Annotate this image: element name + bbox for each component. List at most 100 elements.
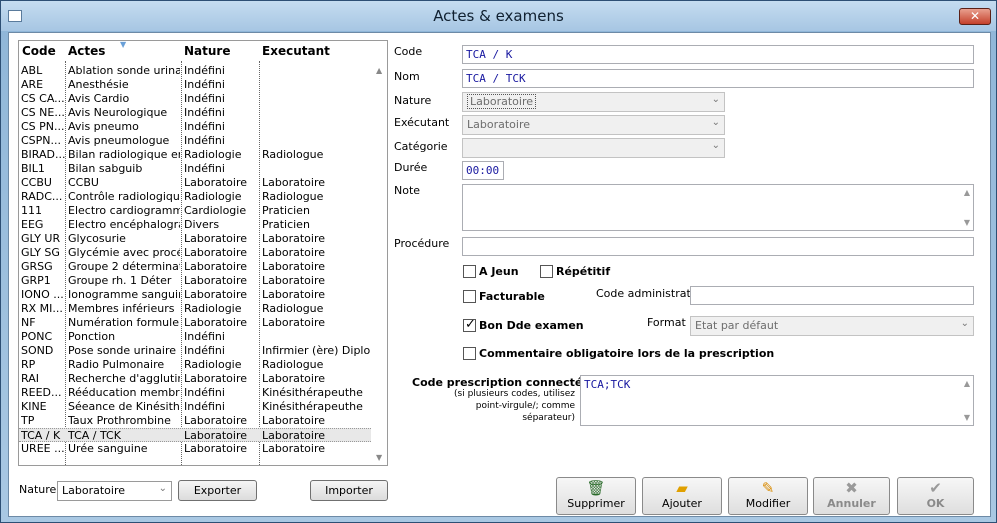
list-row[interactable]: KINE Séeance de Kinésith... Indéfini Kinési… bbox=[19, 400, 371, 414]
executant-select[interactable]: Laboratoire ⌄ bbox=[462, 115, 725, 135]
cell-nature: Radiologie bbox=[184, 190, 242, 203]
folder-add-icon: ▰ bbox=[676, 479, 688, 497]
scroll-up-icon[interactable]: ▲ bbox=[376, 66, 382, 75]
cell-acte: Avis Cardio bbox=[68, 92, 130, 105]
export-button[interactable]: Exporter bbox=[178, 480, 257, 501]
import-button[interactable]: Importer bbox=[310, 480, 388, 501]
list-row[interactable]: NF Numération formule Laboratoire Laboratoi… bbox=[19, 316, 371, 330]
categorie-select[interactable]: ⌄ bbox=[462, 138, 725, 158]
list-row[interactable]: GRP1 Groupe rh. 1 Déter Laboratoire Laborat… bbox=[19, 274, 371, 288]
list-row[interactable]: RX MI... Membres inférieurs Radiologie Radi… bbox=[19, 302, 371, 316]
list-row[interactable]: CCBU CCBU Laboratoire Laboratoire bbox=[19, 176, 371, 190]
close-button[interactable]: ✕ bbox=[959, 8, 991, 25]
cell-nature: Radiologie bbox=[184, 148, 242, 161]
cell-code: CSPN... bbox=[21, 134, 62, 147]
list-row[interactable]: GRSG Groupe 2 déterminati... Laboratoire La… bbox=[19, 260, 371, 274]
list-row[interactable]: UREE ... Urée sanguine Laboratoire Laborato… bbox=[19, 442, 371, 456]
cell-nature: Indéfini bbox=[184, 134, 225, 147]
duree-field[interactable]: 00:00 bbox=[462, 161, 504, 180]
filter-nature-value: Laboratoire bbox=[62, 484, 125, 497]
list-row[interactable]: BIRAD...Bilan radiologique ent... Radiolo… bbox=[19, 148, 371, 162]
list-row[interactable]: CS CA... Avis Cardio Indéfini bbox=[19, 92, 371, 106]
list-row[interactable]: RADC... Contrôle radiologique Radiologie Ra… bbox=[19, 190, 371, 204]
chevron-down-icon: ⌄ bbox=[960, 318, 969, 329]
nom-field[interactable]: TCA / TCK bbox=[462, 69, 974, 88]
list-scrollbar[interactable]: ▲ ▼ bbox=[372, 61, 387, 465]
list-row[interactable]: BIL1 Bilan sabguib Indéfini bbox=[19, 162, 371, 176]
code-admin-field[interactable] bbox=[690, 286, 974, 305]
code-prescription-help-2: point-virgule/; comme bbox=[475, 401, 575, 411]
annuler-button[interactable]: ✖ Annuler bbox=[813, 477, 890, 515]
cell-code: TCA / K bbox=[21, 429, 61, 442]
list-row[interactable]: GLY SG Glycémie avec procé... Laboratoire L… bbox=[19, 246, 371, 260]
cell-executant: Radiologue bbox=[262, 190, 324, 203]
list-row[interactable]: CSPN... Avis pneumologue Indéfini bbox=[19, 134, 371, 148]
cell-code: IONO ... bbox=[21, 288, 64, 301]
cell-acte: Groupe 2 déterminati... bbox=[68, 260, 180, 273]
note-field[interactable]: ▲ ▼ bbox=[462, 184, 974, 231]
cell-executant: Kinésithérapeuthe bbox=[262, 400, 363, 413]
a-jeun-checkbox[interactable] bbox=[463, 265, 476, 278]
ajouter-label: Ajouter bbox=[662, 497, 702, 510]
header-nature[interactable]: Nature bbox=[184, 44, 230, 58]
code-field[interactable]: TCA / K bbox=[462, 45, 974, 64]
nature-select[interactable]: Laboratoire ⌄ bbox=[462, 92, 725, 112]
list-row[interactable]: PONC Ponction Indéfini bbox=[19, 330, 371, 344]
bon-dde-examen-checkbox[interactable]: ✓ bbox=[463, 317, 476, 332]
list-row[interactable]: EEG Electro encéphalogra... Divers Praticie… bbox=[19, 218, 371, 232]
list-row[interactable]: TP Taux Prothrombine Laboratoire Laboratoir… bbox=[19, 414, 371, 428]
actes-list[interactable]: Code Actes ▼ Nature Executant ABL Ablatio… bbox=[18, 40, 388, 466]
header-executant[interactable]: Executant bbox=[262, 44, 330, 58]
cell-executant: Radiologue bbox=[262, 148, 324, 161]
ok-button[interactable]: ✔ OK bbox=[897, 477, 974, 515]
scroll-up-icon[interactable]: ▲ bbox=[964, 188, 970, 197]
list-row[interactable]: ARE Anesthésie Indéfini bbox=[19, 78, 371, 92]
list-row[interactable]: GLY UR Glycosurie Laboratoire Laboratoire bbox=[19, 232, 371, 246]
cell-nature: Indéfini bbox=[184, 92, 225, 105]
cell-nature: Indéfini bbox=[184, 106, 225, 119]
cell-nature: Indéfini bbox=[184, 78, 225, 91]
list-row[interactable]: ABL Ablation sonde urinaire Indéfini bbox=[19, 64, 371, 78]
cell-nature: Laboratoire bbox=[184, 246, 247, 259]
cell-executant: Radiologue bbox=[262, 302, 324, 315]
ajouter-button[interactable]: ▰ Ajouter bbox=[642, 477, 722, 515]
cell-code: 111 bbox=[21, 204, 42, 217]
format-label: Format bbox=[647, 316, 686, 329]
filter-nature-select[interactable]: Laboratoire ⌄ bbox=[57, 481, 172, 501]
list-row[interactable]: CS PN... Avis pneumo Indéfini bbox=[19, 120, 371, 134]
scroll-down-icon[interactable]: ▼ bbox=[964, 218, 970, 227]
code-prescription-field[interactable]: TCA;TCK ▲ ▼ bbox=[580, 375, 974, 426]
sort-arrow-icon: ▼ bbox=[120, 40, 127, 49]
list-row[interactable]: IONO ... Ionogramme sanguin Laboratoire Lab… bbox=[19, 288, 371, 302]
modifier-button[interactable]: ✎ Modifier bbox=[728, 477, 808, 515]
commentaire-checkbox[interactable] bbox=[463, 347, 476, 360]
list-row[interactable]: RP Radio Pulmonaire Radiologie Radiologue bbox=[19, 358, 371, 372]
facturable-checkbox[interactable] bbox=[463, 290, 476, 303]
list-row[interactable]: SOND Pose sonde urinaire Indéfini Infirmier… bbox=[19, 344, 371, 358]
cell-code: RAI bbox=[21, 372, 39, 385]
cell-acte: Avis pneumologue bbox=[68, 134, 170, 147]
list-row[interactable]: REED... Rééducation membre... Indéfini Kiné… bbox=[19, 386, 371, 400]
repetitif-checkbox[interactable] bbox=[540, 265, 553, 278]
list-row[interactable]: TCA / K TCA / TCK Laboratoire Laboratoire bbox=[19, 428, 371, 442]
procedure-field[interactable] bbox=[462, 237, 974, 256]
cell-acte: Numération formule bbox=[68, 316, 179, 329]
cell-nature: Indéfini bbox=[184, 64, 225, 77]
format-select[interactable]: Etat par défaut ⌄ bbox=[690, 316, 974, 336]
header-actes[interactable]: Actes bbox=[68, 44, 105, 58]
scroll-up-icon[interactable]: ▲ bbox=[964, 379, 970, 388]
header-code[interactable]: Code bbox=[22, 44, 56, 58]
cell-acte: Avis Neurologique bbox=[68, 106, 168, 119]
cell-acte: Contrôle radiologique bbox=[68, 190, 180, 203]
scroll-down-icon[interactable]: ▼ bbox=[376, 453, 382, 462]
cell-acte: Recherche d'agglutin... bbox=[68, 372, 180, 385]
scroll-down-icon[interactable]: ▼ bbox=[964, 413, 970, 422]
nature-label: Nature bbox=[394, 94, 432, 107]
repetitif-label: Répétitif bbox=[556, 265, 611, 278]
title-bar[interactable]: Actes & examens ✕ bbox=[1, 1, 996, 31]
supprimer-button[interactable]: 🗑 Supprimer bbox=[556, 477, 636, 515]
cell-code: RADC... bbox=[21, 190, 63, 203]
list-row[interactable]: RAI Recherche d'agglutin... Laboratoire Lab… bbox=[19, 372, 371, 386]
list-row[interactable]: 111 Electro cardiogramme Cardiologie Pratic… bbox=[19, 204, 371, 218]
list-row[interactable]: CS NE... Avis Neurologique Indéfini bbox=[19, 106, 371, 120]
